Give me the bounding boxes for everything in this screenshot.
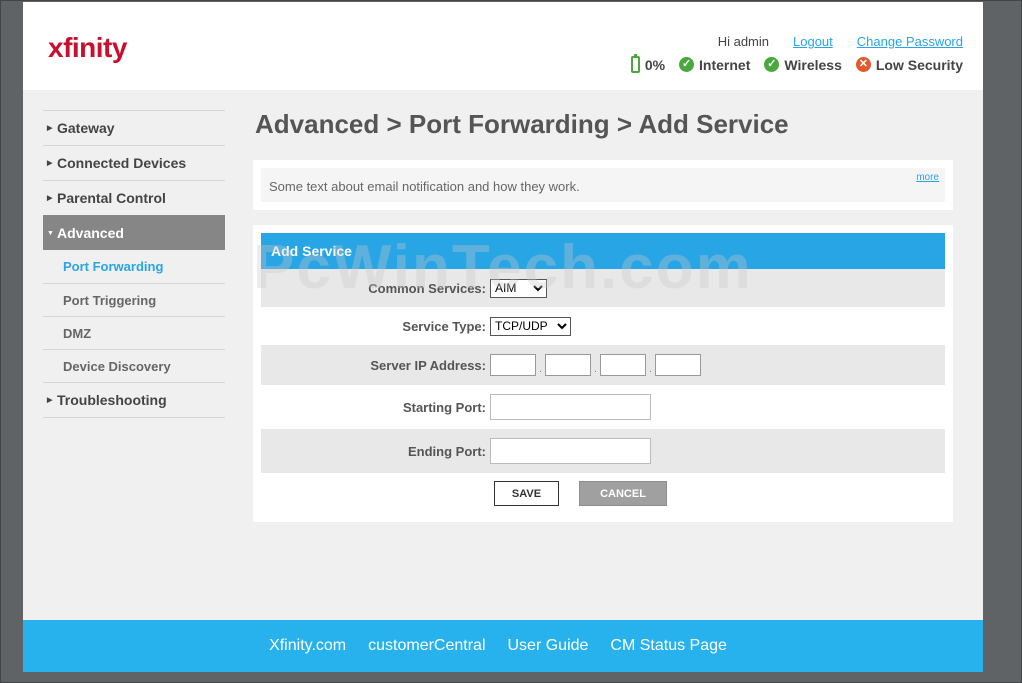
sidebar-item-parental-control[interactable]: ▶ Parental Control (43, 180, 225, 215)
sidebar-item-advanced[interactable]: ▼ Advanced (43, 215, 225, 250)
check-icon: ✓ (764, 57, 780, 72)
sidebar-subitem-port-triggering[interactable]: Port Triggering (43, 283, 225, 316)
service-type-row: Service Type: TCP/UDP (261, 307, 945, 345)
starting-port-label: Starting Port: (402, 399, 486, 415)
starting-port-row: Starting Port: (261, 385, 945, 429)
internet-label: Internet (699, 56, 751, 73)
server-ip-row: Server IP Address: . . . (261, 345, 945, 385)
ip-separator: . (649, 363, 652, 375)
sidebar-item-gateway[interactable]: ▶ Gateway (43, 110, 225, 145)
ending-port-label: Ending Port: (408, 443, 486, 459)
user-links: Hi admin Logout Change Password (718, 34, 963, 49)
footer-link-xfinity[interactable]: Xfinity.com (269, 637, 346, 655)
chevron-right-icon: ▶ (47, 195, 53, 202)
ending-port-row: Ending Port: (261, 429, 945, 473)
save-button[interactable]: SAVE (494, 481, 559, 506)
ip-octet-1-input[interactable] (490, 354, 536, 376)
notice-box: Some text about email notification and h… (261, 168, 945, 202)
footer-link-customer-central[interactable]: customerCentral (368, 637, 485, 655)
service-type-select[interactable]: TCP/UDP (490, 316, 571, 336)
chevron-right-icon: ▶ (47, 397, 53, 404)
battery-icon (630, 54, 640, 73)
footer-link-user-guide[interactable]: User Guide (508, 637, 589, 655)
header: xfinity Hi admin Logout Change Password … (23, 2, 983, 90)
sidebar-item-label: Gateway (57, 120, 115, 136)
ip-octet-4-input[interactable] (655, 354, 701, 376)
starting-port-input[interactable] (490, 394, 651, 420)
ip-separator: . (539, 363, 542, 375)
ip-octet-3-input[interactable] (600, 354, 646, 376)
add-service-form: Add Service Common Services: AIM Service… (253, 225, 953, 522)
xfinity-logo[interactable]: xfinity (48, 32, 127, 64)
status-bar: 0% ✓ Internet ✓ Wireless ✕ Low Security (630, 54, 963, 73)
ip-separator: . (594, 363, 597, 375)
sidebar-item-connected-devices[interactable]: ▶ Connected Devices (43, 145, 225, 180)
security-status: ✕ Low Security (855, 56, 963, 73)
cancel-button[interactable]: CANCEL (579, 481, 667, 506)
security-label: Low Security (875, 56, 963, 73)
sidebar-item-label: Connected Devices (57, 155, 187, 171)
sidebar-item-label: Parental Control (57, 190, 166, 206)
form-buttons: SAVE CANCEL (261, 481, 945, 506)
greeting: Hi admin (717, 34, 769, 49)
notice-text: Some text about email notification and h… (269, 179, 580, 194)
sidebar-item-label: Troubleshooting (57, 392, 167, 408)
battery-status: 0% (630, 54, 666, 73)
wireless-label: Wireless (784, 56, 842, 73)
sidebar: ▶ Gateway ▶ Connected Devices ▶ Parental… (43, 110, 225, 418)
page: xfinity Hi admin Logout Change Password … (23, 2, 983, 672)
service-type-label: Service Type: (402, 318, 486, 334)
ip-octet-2-input[interactable] (545, 354, 591, 376)
chevron-right-icon: ▶ (47, 125, 53, 132)
page-title: Advanced > Port Forwarding > Add Service (255, 109, 789, 139)
chevron-down-icon: ▼ (47, 229, 54, 237)
notice-panel: Some text about email notification and h… (253, 160, 953, 210)
footer-link-cm-status[interactable]: CM Status Page (610, 637, 727, 655)
wireless-status: ✓ Wireless (764, 56, 842, 73)
change-password-link[interactable]: Change Password (857, 34, 963, 49)
common-services-label: Common Services: (368, 280, 486, 296)
internet-status: ✓ Internet (679, 57, 750, 73)
check-icon: ✓ (679, 57, 695, 72)
sidebar-subitem-device-discovery[interactable]: Device Discovery (43, 349, 225, 382)
sidebar-subitem-dmz[interactable]: DMZ (43, 316, 225, 349)
error-icon: ✕ (855, 57, 871, 72)
common-services-row: Common Services: AIM (261, 269, 945, 307)
sidebar-divider (43, 417, 225, 418)
battery-label: 0% (644, 56, 666, 73)
sidebar-item-troubleshooting[interactable]: ▶ Troubleshooting (43, 382, 225, 417)
server-ip-label: Server IP Address: (370, 357, 486, 373)
footer: Xfinity.com customerCentral User Guide C… (23, 620, 983, 672)
sidebar-item-label: Advanced (57, 225, 124, 241)
ending-port-input[interactable] (490, 438, 651, 464)
more-link[interactable]: more (916, 172, 939, 183)
common-services-select[interactable]: AIM (490, 278, 547, 298)
sidebar-subitem-port-forwarding[interactable]: Port Forwarding (43, 250, 225, 283)
form-header: Add Service (261, 233, 945, 269)
logout-link[interactable]: Logout (793, 34, 833, 49)
chevron-right-icon: ▶ (47, 160, 53, 167)
